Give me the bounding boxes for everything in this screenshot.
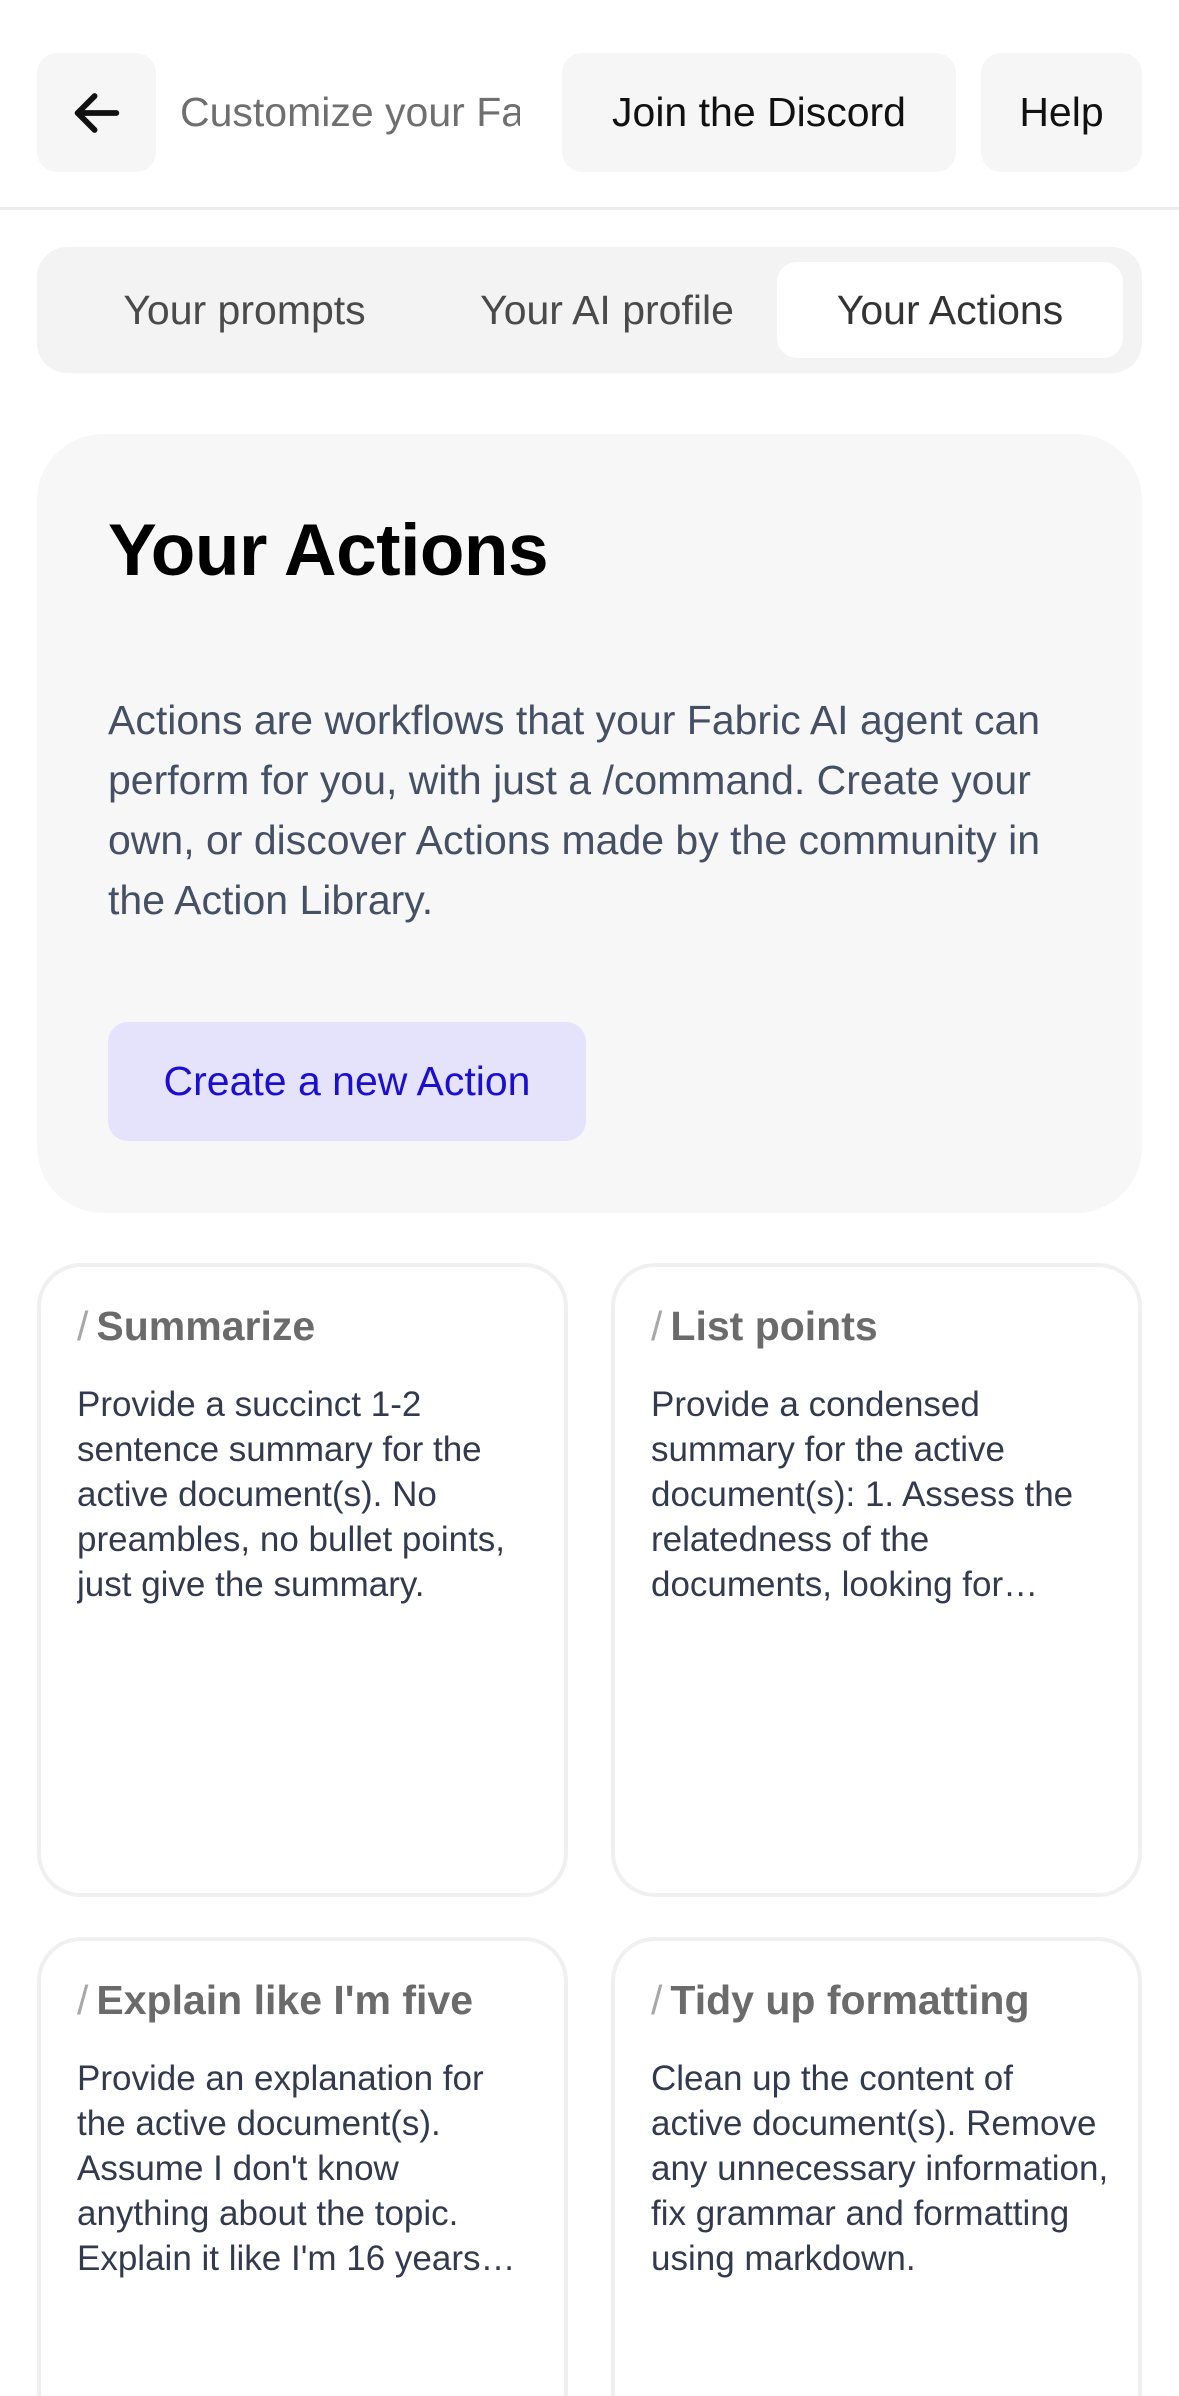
tab-your-ai-profile[interactable]: Your AI profile xyxy=(437,262,777,358)
action-card-title: / Explain like I'm five xyxy=(77,1977,544,2024)
back-button[interactable] xyxy=(37,53,156,172)
action-name: Tidy up formatting xyxy=(670,1977,1030,2023)
section-title: Your Actions xyxy=(108,510,549,591)
slash-prefix: / xyxy=(651,1977,663,2023)
action-description: Provide an explanation for the active do… xyxy=(77,2059,484,2278)
slash-prefix: / xyxy=(651,1303,663,1349)
tab-your-actions[interactable]: Your Actions xyxy=(777,262,1123,358)
tab-your-prompts[interactable]: Your prompts xyxy=(52,262,437,358)
tab-bar: Your prompts Your AI profile Your Action… xyxy=(37,247,1142,373)
action-name: Explain like I'm five xyxy=(96,1977,474,2023)
slash-prefix: / xyxy=(77,1977,89,2023)
join-discord-button[interactable]: Join the Discord xyxy=(562,53,956,172)
page-title: Customize your Fabric AI xyxy=(180,89,520,135)
action-description: Clean up the content of active document(… xyxy=(651,2059,1109,2278)
section-description: Actions are workflows that your Fabric A… xyxy=(108,697,1041,923)
create-action-button[interactable]: Create a new Action xyxy=(108,1022,586,1141)
actions-intro-card: Your Actions Actions are workflows that … xyxy=(37,434,1142,1213)
customize-app: Customize your Fabric AI Join the Discor… xyxy=(0,0,1179,2396)
action-name: List points xyxy=(670,1303,878,1349)
action-card-title: / Tidy up formatting xyxy=(651,1977,1118,2024)
action-description: Provide a condensed summary for the acti… xyxy=(651,1385,1074,1604)
action-card-list-points[interactable]: / List points Provide a condensed summary… xyxy=(611,1263,1142,1897)
action-card-summarize[interactable]: / Summarize Provide a succinct 1-2 senten… xyxy=(37,1263,568,1897)
top-bar: Customize your Fabric AI Join the Discor… xyxy=(0,0,1179,210)
arrow-left-icon xyxy=(74,92,119,133)
action-name: Summarize xyxy=(96,1303,316,1349)
slash-prefix: / xyxy=(77,1303,89,1349)
action-card-tidy-up-formatting[interactable]: / Tidy up formatting Clean up the content… xyxy=(611,1937,1142,2396)
action-description: Provide a succinct 1-2 sentence summary … xyxy=(77,1385,506,1604)
action-card-explain-like-five[interactable]: / Explain like I'm five Provide an explan… xyxy=(37,1937,568,2396)
action-card-title: / List points xyxy=(651,1303,1118,1350)
action-card-title: / Summarize xyxy=(77,1303,544,1350)
help-button[interactable]: Help xyxy=(981,53,1142,172)
